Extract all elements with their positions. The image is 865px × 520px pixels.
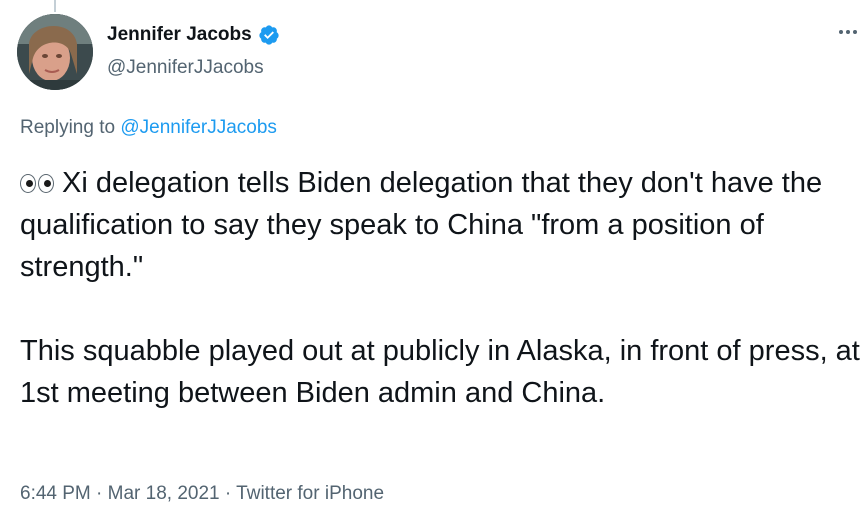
meta-separator: · <box>90 483 108 504</box>
avatar[interactable] <box>17 14 93 90</box>
tweet-paragraph-1: Xi delegation tells Biden delegation tha… <box>20 167 831 283</box>
more-dot <box>839 30 843 34</box>
eyes-emoji-icon <box>20 174 54 193</box>
tweet-date-link[interactable]: Mar 18, 2021 <box>108 483 220 504</box>
more-dot <box>853 30 857 34</box>
tweet-paragraph-2: This squabble played out at publicly in … <box>20 335 860 409</box>
replying-to-mention-link[interactable]: @JenniferJJacobs <box>120 117 277 138</box>
tweet-text: Xi delegation tells Biden delegation tha… <box>20 162 860 414</box>
author-name-row: Jennifer Jacobs <box>107 24 280 46</box>
more-dot <box>846 30 850 34</box>
eye-right <box>38 174 54 193</box>
author-display-name[interactable]: Jennifer Jacobs <box>107 24 252 46</box>
tweet-time-link[interactable]: 6:44 PM <box>20 483 91 504</box>
meta-separator: · <box>219 483 237 504</box>
avatar-photo <box>17 14 93 90</box>
author-handle[interactable]: @JenniferJJacobs <box>107 57 264 79</box>
eye-left <box>20 174 36 193</box>
tweet-metadata: 6:44 PM · Mar 18, 2021 · Twitter for iPh… <box>20 483 384 505</box>
thread-connector-line <box>54 0 56 12</box>
replying-to-line: Replying to @JenniferJJacobs <box>20 117 277 139</box>
tweet-source-link[interactable]: Twitter for iPhone <box>236 483 384 504</box>
verified-badge-icon <box>258 24 280 46</box>
more-options-icon[interactable] <box>833 22 863 42</box>
replying-to-prefix: Replying to <box>20 117 121 138</box>
